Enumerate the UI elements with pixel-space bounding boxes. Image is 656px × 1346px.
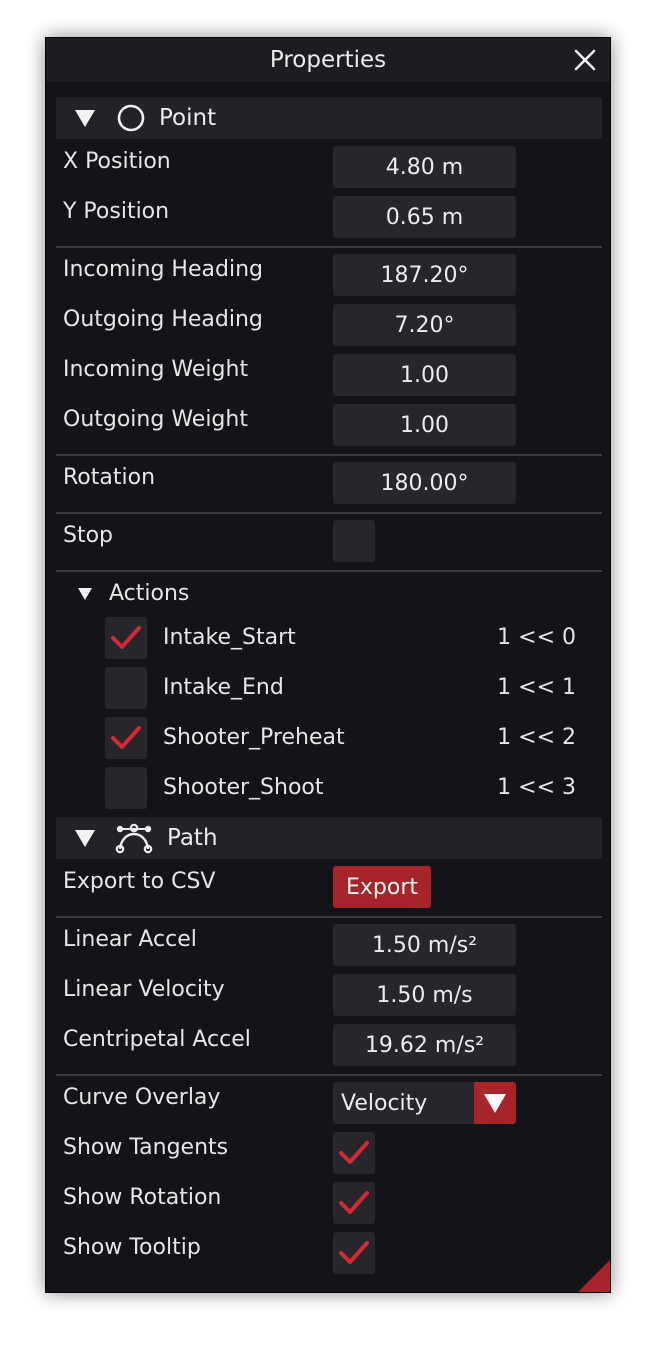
action-bit-value: 1 << 0 <box>497 625 576 650</box>
rotation-label: Rotation <box>63 465 156 490</box>
checkmark-icon <box>111 726 141 749</box>
y-position-label: Y Position <box>63 199 170 224</box>
point-section-header[interactable]: Point <box>56 97 602 139</box>
outgoing-heading-field[interactable]: 7.20° <box>333 304 516 346</box>
properties-window: Properties Point X Position 4.80 m Y Pos… <box>45 37 611 1293</box>
checkmark-icon <box>339 1241 369 1264</box>
incoming-heading-field[interactable]: 187.20° <box>333 254 516 296</box>
export-button[interactable]: Export <box>333 866 431 908</box>
intake-end-checkbox[interactable] <box>105 667 147 709</box>
curve-overlay-value: Velocity <box>341 1091 428 1116</box>
chevron-down-icon <box>484 1094 506 1113</box>
incoming-heading-label: Incoming Heading <box>63 257 263 282</box>
shooter-shoot-checkbox[interactable] <box>105 767 147 809</box>
window-title: Properties <box>269 47 387 73</box>
linear-velocity-label: Linear Velocity <box>63 977 225 1002</box>
outgoing-heading-label: Outgoing Heading <box>63 307 263 332</box>
show-tangents-checkbox[interactable] <box>333 1132 375 1174</box>
show-tooltip-checkbox[interactable] <box>333 1232 375 1274</box>
point-section-title: Point <box>159 105 217 131</box>
actions-collapse-triangle-icon[interactable] <box>78 588 92 600</box>
y-position-field[interactable]: 0.65 m <box>333 196 516 238</box>
curve-overlay-label: Curve Overlay <box>63 1085 221 1110</box>
close-icon[interactable] <box>572 47 598 73</box>
resize-grip[interactable] <box>578 1260 610 1292</box>
divider <box>56 916 602 918</box>
incoming-weight-label: Incoming Weight <box>63 357 249 382</box>
collapse-triangle-icon[interactable] <box>75 110 95 127</box>
centripetal-accel-field[interactable]: 19.62 m/s² <box>333 1024 516 1066</box>
outgoing-weight-field[interactable]: 1.00 <box>333 404 516 446</box>
action-bit-value: 1 << 2 <box>497 725 576 750</box>
rotation-field[interactable]: 180.00° <box>333 462 516 504</box>
linear-accel-label: Linear Accel <box>63 927 197 952</box>
action-label: Intake_Start <box>163 625 296 650</box>
action-bit-value: 1 << 3 <box>497 775 576 800</box>
checkmark-icon <box>339 1141 369 1164</box>
curve-overlay-dropdown[interactable]: Velocity <box>333 1082 516 1124</box>
dropdown-arrow-button[interactable] <box>474 1082 516 1124</box>
divider <box>56 512 602 514</box>
circle-icon <box>117 104 145 132</box>
incoming-weight-field[interactable]: 1.00 <box>333 354 516 396</box>
stop-label: Stop <box>63 523 114 548</box>
show-rotation-checkbox[interactable] <box>333 1182 375 1224</box>
action-bit-value: 1 << 1 <box>497 675 576 700</box>
action-label: Shooter_Shoot <box>163 775 324 800</box>
divider <box>56 570 602 572</box>
stop-checkbox[interactable] <box>333 520 375 562</box>
show-tooltip-label: Show Tooltip <box>63 1235 201 1260</box>
path-section-header[interactable]: Path <box>56 817 602 859</box>
intake-start-checkbox[interactable] <box>105 617 147 659</box>
export-csv-label: Export to CSV <box>63 869 216 894</box>
checkmark-icon <box>111 626 141 649</box>
show-tangents-label: Show Tangents <box>63 1135 229 1160</box>
divider <box>56 246 602 248</box>
divider <box>56 454 602 456</box>
collapse-triangle-icon[interactable] <box>75 830 95 847</box>
shooter-preheat-checkbox[interactable] <box>105 717 147 759</box>
bezier-path-icon <box>115 823 153 854</box>
x-position-field[interactable]: 4.80 m <box>333 146 516 188</box>
title-bar[interactable]: Properties <box>46 38 610 82</box>
actions-header[interactable]: Actions <box>109 581 189 606</box>
divider <box>56 1074 602 1076</box>
x-position-label: X Position <box>63 149 171 174</box>
linear-velocity-field[interactable]: 1.50 m/s <box>333 974 516 1016</box>
action-label: Shooter_Preheat <box>163 725 345 750</box>
linear-accel-field[interactable]: 1.50 m/s² <box>333 924 516 966</box>
show-rotation-label: Show Rotation <box>63 1185 222 1210</box>
action-label: Intake_End <box>163 675 284 700</box>
path-section-title: Path <box>167 825 218 851</box>
outgoing-weight-label: Outgoing Weight <box>63 407 248 432</box>
centripetal-accel-label: Centripetal Accel <box>63 1027 251 1052</box>
checkmark-icon <box>339 1191 369 1214</box>
